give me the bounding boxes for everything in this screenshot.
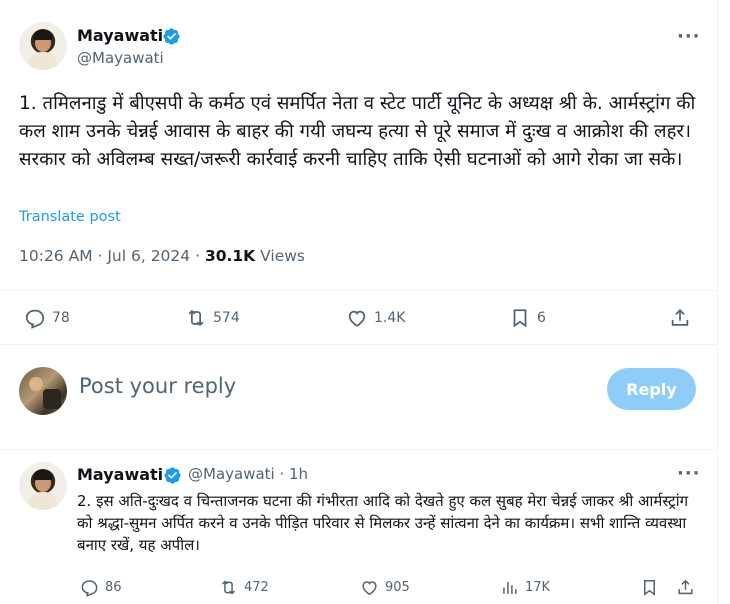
like-count: 905	[385, 580, 410, 595]
like-action[interactable]: 1.4K	[346, 307, 405, 329]
translate-post-link[interactable]: Translate post	[19, 209, 121, 225]
reply-action[interactable]: 78	[24, 307, 70, 329]
more-icon[interactable]: ···	[677, 463, 701, 484]
reply-icon	[25, 309, 45, 329]
user-avatar[interactable]	[19, 367, 67, 415]
divider	[0, 344, 718, 345]
share-icon	[671, 308, 689, 326]
views-label: Views	[255, 247, 305, 265]
reply-action[interactable]: 86	[80, 578, 122, 597]
like-action[interactable]: 905	[360, 578, 410, 597]
views-count: 30.1K	[204, 247, 256, 265]
share-icon	[678, 579, 693, 595]
tweet-timestamp[interactable]: 10:26 AM · Jul 6, 2024 ·	[19, 247, 205, 265]
views-count: 17K	[525, 580, 551, 595]
author-name[interactable]: Mayawati	[77, 26, 163, 45]
like-count: 1.4K	[374, 310, 406, 326]
share-action[interactable]	[676, 578, 695, 597]
author-handle[interactable]: @Mayawati	[77, 49, 164, 67]
repost-icon	[222, 580, 235, 595]
views-action[interactable]: 17K	[500, 578, 550, 597]
reply-author-name[interactable]: Mayawati	[77, 465, 163, 484]
bookmark-icon	[643, 580, 656, 596]
bookmark-count: 6	[537, 310, 546, 326]
bookmark-action[interactable]	[640, 578, 659, 597]
reply-author-avatar[interactable]	[19, 462, 67, 510]
reply-tweet-text: 2. इस अति-दुःखद व चिन्ताजनक घटना की गंभी…	[77, 492, 689, 554]
bookmark-action[interactable]: 6	[509, 307, 546, 329]
scroll-gutter	[718, 0, 730, 604]
repost-count: 574	[213, 310, 240, 326]
repost-action[interactable]: 472	[219, 578, 269, 597]
like-icon	[348, 310, 366, 327]
tweet-meta: 10:26 AM · Jul 6, 2024 · 30.1K Views	[19, 247, 305, 265]
bookmark-icon	[513, 309, 527, 328]
reply-button[interactable]: Reply	[607, 368, 696, 410]
author-avatar[interactable]	[19, 22, 67, 70]
reply-count: 78	[52, 310, 70, 326]
repost-action[interactable]: 574	[185, 307, 240, 329]
more-icon[interactable]: ···	[677, 26, 701, 47]
reply-author-handle[interactable]: @Mayawati · 1h	[188, 465, 308, 483]
verified-badge-icon	[164, 467, 181, 484]
reply-input[interactable]: Post your reply	[79, 374, 236, 398]
tweet-detail-panel: Mayawati @Mayawati ··· 1. तमिलनाडु में ब…	[0, 0, 718, 604]
repost-icon	[188, 309, 204, 327]
views-icon	[503, 581, 517, 594]
like-icon	[362, 581, 377, 596]
divider	[0, 449, 718, 450]
verified-badge-icon	[163, 28, 180, 45]
repost-count: 472	[244, 580, 269, 595]
reply-icon	[81, 580, 98, 597]
share-action[interactable]	[669, 307, 691, 329]
reply-count: 86	[105, 580, 122, 595]
tweet-text: 1. तमिलनाडु में बीएसपी के कर्मठ एवं समर्…	[19, 93, 696, 170]
divider	[0, 290, 718, 291]
